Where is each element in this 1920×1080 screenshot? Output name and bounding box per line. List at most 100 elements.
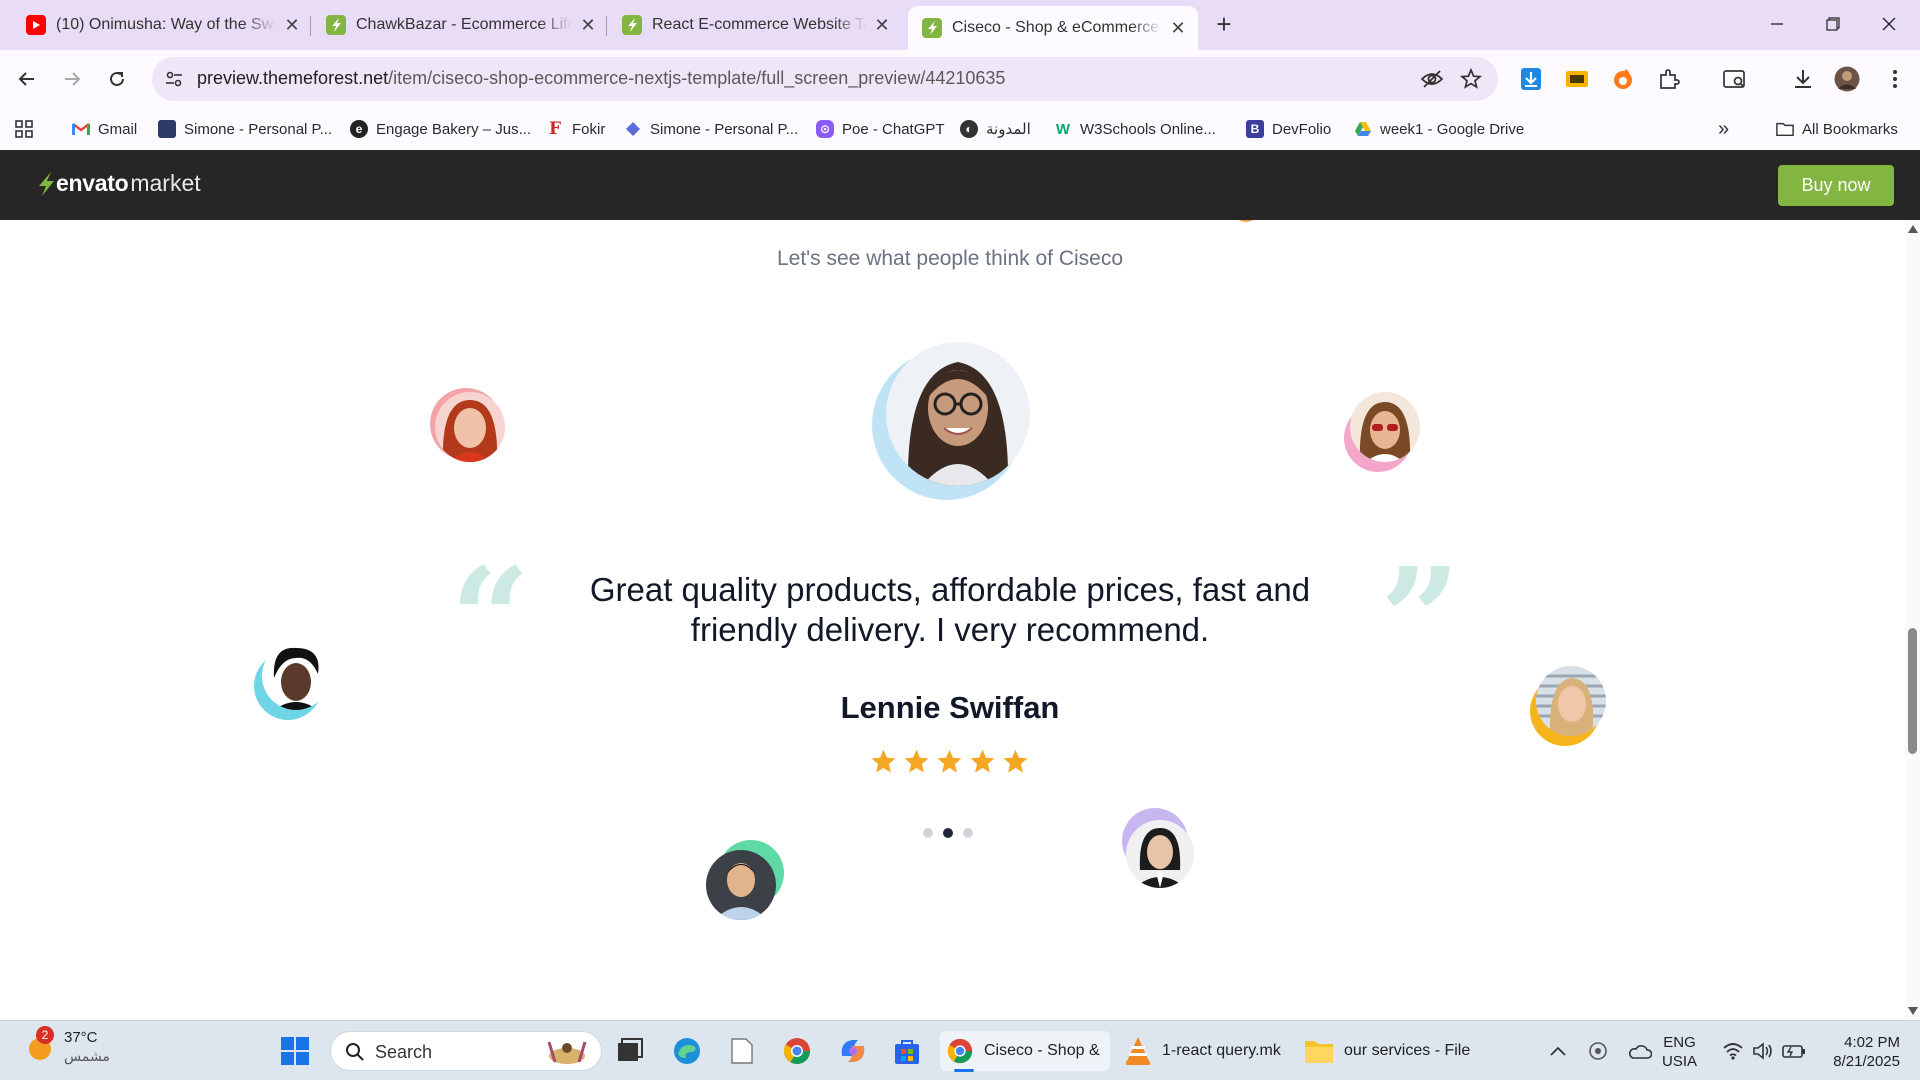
edge-icon[interactable]: [672, 1033, 702, 1069]
fire-extension-icon[interactable]: [1610, 66, 1636, 92]
weather-widget[interactable]: 2 37°C مشمس: [26, 1026, 110, 1065]
tab-title: React E-commerce Website Template: [652, 16, 866, 33]
bookmark-label: Gmail: [98, 120, 138, 138]
copilot-icon[interactable]: [838, 1033, 868, 1069]
tab-ciseco[interactable]: Ciseco - Shop & eCommerce NextJS ✕: [908, 6, 1198, 50]
carousel-dot[interactable]: [923, 828, 933, 838]
reviewer-avatar-woman-suit[interactable]: [1120, 808, 1196, 888]
profile-avatar-icon[interactable]: [1834, 66, 1860, 92]
close-tab-icon[interactable]: ✕: [282, 15, 302, 35]
bookmark-label: week1 - Google Drive: [1380, 120, 1525, 138]
close-tab-icon[interactable]: ✕: [872, 15, 892, 35]
bookmark-blog[interactable]: ◐ المدونة: [960, 118, 1031, 140]
restore-icon[interactable]: [1818, 10, 1848, 40]
task-view-icon[interactable]: [616, 1033, 644, 1069]
bookmark-w3schools[interactable]: W W3Schools Online...: [1054, 118, 1216, 140]
tab-youtube[interactable]: (10) Onimusha: Way of the Sword ✕: [12, 8, 312, 42]
chrome-icon[interactable]: [782, 1033, 812, 1069]
active-indicator: [954, 1069, 974, 1072]
start-button[interactable]: [280, 1033, 310, 1069]
logo-envato-text: envato: [56, 170, 129, 196]
weather-badge: 2: [36, 1026, 54, 1044]
tab-chawkbazar[interactable]: ChawkBazar - Ecommerce Lifestyle ✕: [312, 8, 608, 42]
close-tab-icon[interactable]: ✕: [1168, 18, 1188, 38]
reviewer-avatar-sunglasses[interactable]: [1344, 392, 1420, 472]
site-info-icon[interactable]: [164, 69, 184, 94]
bookmark-label: DevFolio: [1272, 120, 1332, 138]
volume-icon[interactable]: [1752, 1033, 1774, 1069]
bookmark-simone-2[interactable]: Simone - Personal P...: [624, 118, 798, 140]
eye-off-icon[interactable]: [1420, 68, 1444, 95]
page-scrollbar[interactable]: [1905, 220, 1920, 1020]
bookmark-label: All Bookmarks: [1802, 120, 1898, 138]
buy-now-button[interactable]: Buy now: [1778, 165, 1894, 206]
onedrive-icon[interactable]: [1628, 1033, 1652, 1069]
taskbar-app-vlc[interactable]: 1-react query.mk: [1124, 1033, 1281, 1069]
bookmark-engage-bakery[interactable]: e Engage Bakery – Jus...: [350, 118, 531, 140]
close-tab-icon[interactable]: ✕: [578, 15, 598, 35]
tab-title: ChawkBazar - Ecommerce Lifestyle: [356, 16, 572, 33]
bookmark-devfolio[interactable]: B DevFolio: [1246, 118, 1331, 140]
taskbar-app-explorer[interactable]: our services - File: [1304, 1033, 1470, 1069]
google-drive-icon: [1354, 120, 1372, 138]
close-window-icon[interactable]: [1874, 10, 1904, 40]
language-indicator[interactable]: ENG USIA: [1662, 1033, 1697, 1071]
section-subtitle: Let's see what people think of Ciseco: [776, 247, 1124, 270]
youtube-icon: [26, 15, 46, 35]
tab-divider: [310, 16, 311, 36]
bookmark-google-drive[interactable]: week1 - Google Drive: [1354, 118, 1524, 140]
cast-extension-icon[interactable]: [1564, 66, 1590, 92]
bookmark-star-icon[interactable]: [1459, 67, 1483, 95]
tab-search-icon[interactable]: [1722, 66, 1748, 92]
heading-fragment: [1180, 220, 1198, 230]
bookmark-fokir[interactable]: F Fokir: [546, 118, 605, 140]
envato-market-logo[interactable]: envato market: [36, 170, 201, 197]
engage-icon: e: [350, 120, 368, 138]
star-icon: [970, 749, 995, 773]
address-bar[interactable]: preview.themeforest.net/item/ciseco-shop…: [152, 57, 1498, 101]
scroll-down-arrow-icon[interactable]: [1908, 1007, 1918, 1015]
w3schools-icon: W: [1055, 120, 1071, 138]
reviewer-avatar-man-shirt[interactable]: [706, 840, 784, 920]
extensions-puzzle-icon[interactable]: [1656, 66, 1682, 92]
taskbar-search[interactable]: Search: [330, 1031, 602, 1071]
bookmark-gmail[interactable]: Gmail: [72, 118, 137, 140]
tray-app-icon[interactable]: [1588, 1033, 1608, 1069]
sun-icon: 2: [26, 1026, 56, 1062]
bookmarks-overflow-icon[interactable]: »: [1718, 118, 1729, 140]
taskbar-app-label: 1-react query.mk: [1162, 1042, 1281, 1059]
new-tab-button[interactable]: +: [1210, 11, 1238, 39]
reviewer-avatar-red-hair[interactable]: [430, 388, 506, 464]
clock[interactable]: 4:02 PM 8/21/2025: [1820, 1033, 1900, 1071]
carousel-dot[interactable]: [943, 828, 953, 838]
minimize-icon[interactable]: [1762, 10, 1792, 40]
back-button[interactable]: [12, 64, 42, 94]
bookmark-simone[interactable]: Simone - Personal P...: [158, 118, 332, 140]
download-extension-icon[interactable]: [1518, 66, 1544, 92]
tab-title: Ciseco - Shop & eCommerce NextJS: [952, 19, 1162, 36]
bookmark-label: Engage Bakery – Jus...: [376, 120, 532, 138]
downloads-icon[interactable]: [1790, 66, 1816, 92]
battery-icon[interactable]: [1782, 1033, 1806, 1069]
wifi-icon[interactable]: [1722, 1033, 1744, 1069]
store-icon[interactable]: [892, 1033, 922, 1069]
scrollbar-thumb[interactable]: [1908, 628, 1917, 754]
menu-kebab-icon[interactable]: [1882, 66, 1908, 92]
file-icon[interactable]: [730, 1033, 754, 1069]
apps-grid-icon[interactable]: [14, 118, 34, 140]
search-highlight-icon: [547, 1041, 587, 1064]
taskbar-app-chrome[interactable]: Ciseco - Shop &: [940, 1031, 1110, 1072]
forward-button[interactable]: [57, 64, 87, 94]
tab-react-ecommerce[interactable]: React E-commerce Website Template ✕: [608, 8, 902, 42]
reload-button[interactable]: [102, 64, 132, 94]
scroll-up-arrow-icon[interactable]: [1908, 225, 1918, 233]
taskbar-app-label: Ciseco - Shop &: [984, 1042, 1100, 1059]
star-icon: [1003, 749, 1028, 773]
main-reviewer-avatar: [870, 340, 1030, 500]
heading-emoji-fragment: [1232, 220, 1260, 222]
bookmark-poe[interactable]: ⊙ Poe - ChatGPT: [816, 118, 945, 140]
carousel-dot[interactable]: [963, 828, 973, 838]
tray-overflow-icon[interactable]: [1550, 1033, 1566, 1069]
bookmark-label: Simone - Personal P...: [650, 120, 799, 138]
all-bookmarks-button[interactable]: All Bookmarks: [1776, 118, 1898, 140]
